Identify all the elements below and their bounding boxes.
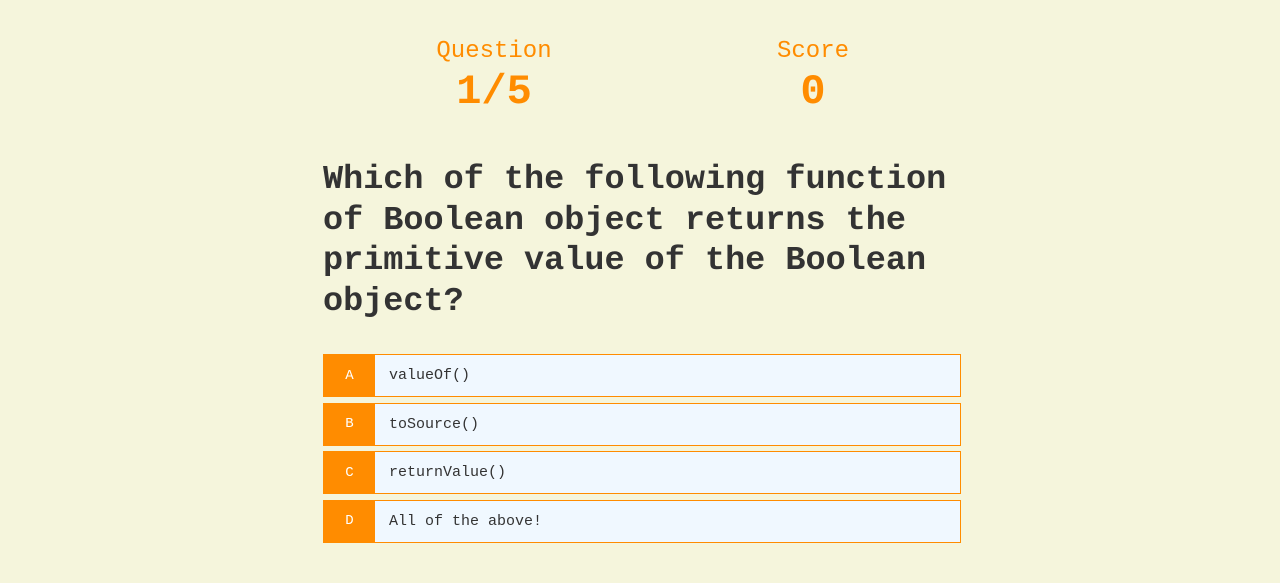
hud: Question 1/5 Score 0	[0, 38, 1280, 118]
score-label: Score	[776, 38, 849, 65]
choice-prefix: D	[324, 500, 375, 542]
choice-prefix: C	[324, 452, 375, 493]
question-counter-value: 1/5	[456, 68, 532, 116]
question-counter-label: Question	[436, 38, 552, 65]
question-text: Which of the following function of Boole…	[323, 161, 947, 321]
choice-b[interactable]: B toSource()	[323, 402, 961, 446]
choice-text: returnValue()	[389, 464, 507, 481]
choice-prefix: A	[324, 355, 375, 396]
choice-text: valueOf()	[389, 367, 471, 384]
score-value: 0	[800, 68, 826, 116]
choice-a[interactable]: A valueOf()	[323, 354, 961, 397]
score-counter: Score 0	[693, 38, 933, 116]
question-counter: Question 1/5	[374, 38, 614, 116]
choice-prefix: B	[324, 403, 375, 445]
choice-text: toSource()	[389, 415, 480, 433]
choice-c[interactable]: C returnValue()	[323, 451, 961, 494]
choice-d[interactable]: D All of the above!	[323, 499, 961, 543]
choice-text: All of the above!	[389, 512, 543, 530]
choice-list: A valueOf() B toSource() C returnValue()…	[323, 354, 961, 548]
